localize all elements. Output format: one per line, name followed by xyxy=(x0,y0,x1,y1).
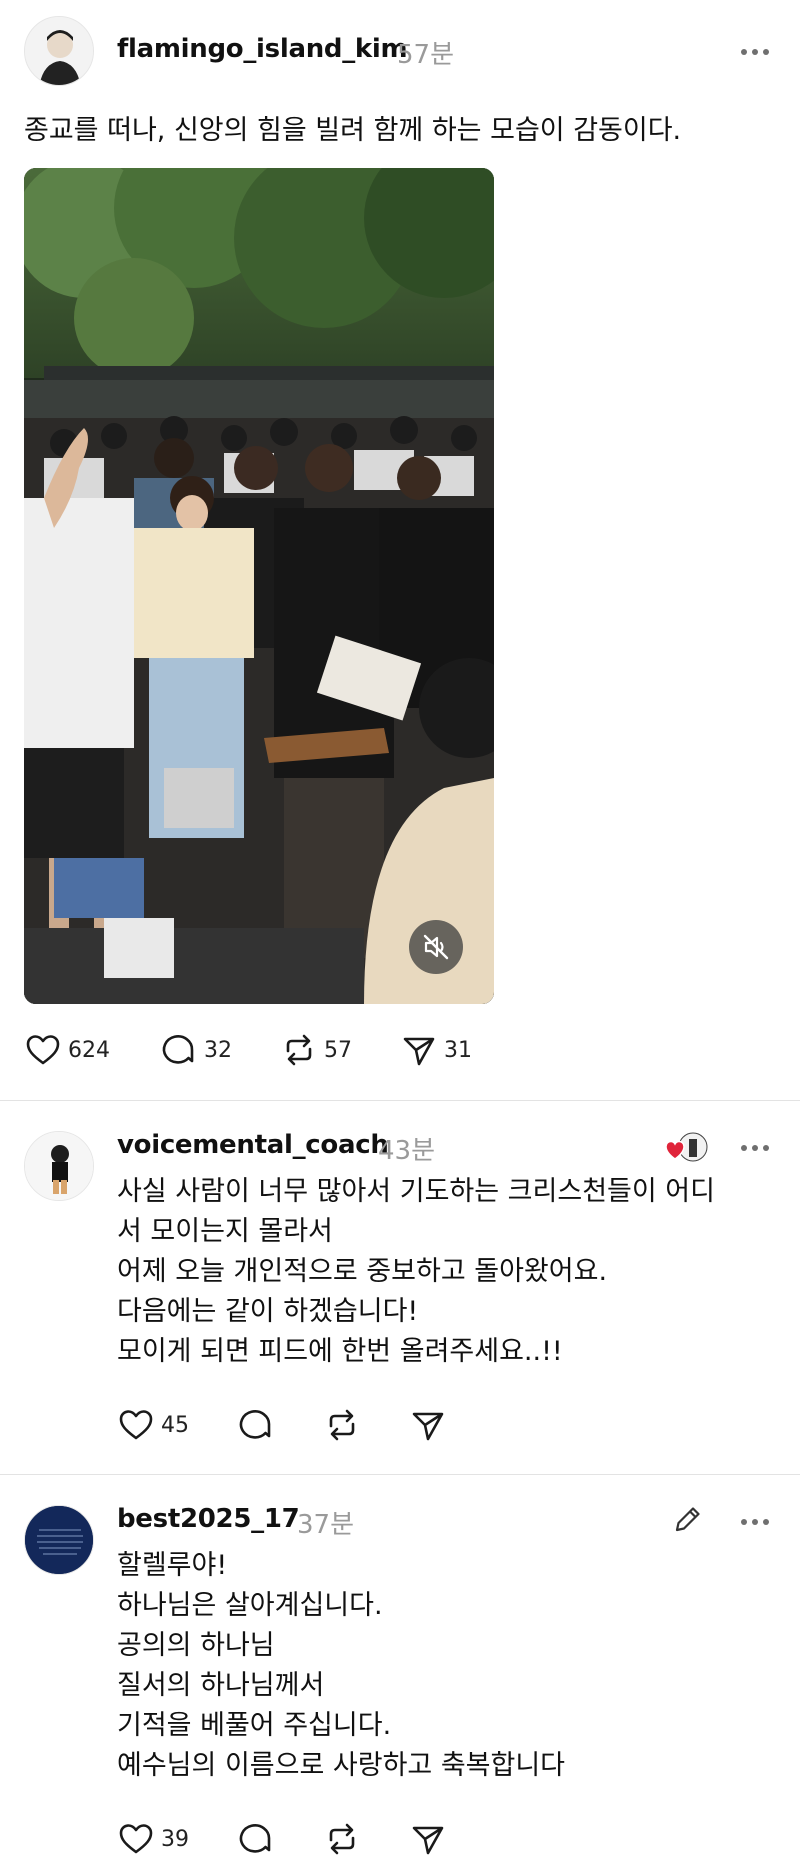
post-text-line: 예수님의 이름으로 사랑하고 축복합니다 xyxy=(117,1750,566,1781)
reply-button[interactable]: 32 xyxy=(160,1028,232,1072)
mute-button[interactable] xyxy=(409,920,463,974)
share-button[interactable] xyxy=(409,1403,447,1447)
post-text-line: 종교를 떠나, 신앙의 힘을 빌려 함께 하는 모습이 감동이다. xyxy=(24,115,682,146)
post-text-line: 질서의 하나님께서 xyxy=(117,1670,325,1701)
send-icon xyxy=(403,1037,435,1066)
heart-icon xyxy=(119,1824,153,1854)
video-player[interactable] xyxy=(24,168,494,1004)
repost-button[interactable] xyxy=(323,1403,361,1447)
post-text: 종교를 떠나, 신앙의 힘을 빌려 함께 하는 모습이 감동이다. xyxy=(24,111,681,151)
like-count: 45 xyxy=(161,1412,189,1438)
post-text-line: 서 모이는지 몰라서 xyxy=(117,1216,333,1247)
post-username[interactable]: flamingo_island_kim xyxy=(117,34,408,64)
post-text: 할렐루야! 하나님은 살아계십니다. 공의의 하나님 질서의 하나님께서 기적을… xyxy=(117,1546,565,1786)
post-text-line: 사실 사람이 너무 많아서 기도하는 크리스천들이 어디 xyxy=(117,1176,715,1207)
like-button[interactable]: 39 xyxy=(117,1817,189,1861)
post-text: 사실 사람이 너무 많아서 기도하는 크리스천들이 어디 서 모이는지 몰라서 … xyxy=(117,1172,715,1372)
more-dots-icon[interactable] xyxy=(735,1510,775,1534)
comment-icon xyxy=(239,1824,271,1853)
post-username[interactable]: best2025_17 xyxy=(117,1504,300,1534)
send-icon xyxy=(412,1826,444,1855)
like-count: 39 xyxy=(161,1826,189,1852)
avatar[interactable] xyxy=(24,16,94,86)
comment-icon xyxy=(162,1035,194,1064)
avatar-image xyxy=(25,17,93,85)
repost-icon xyxy=(329,1409,355,1441)
post-text-line: 다음에는 같이 하겠습니다! xyxy=(117,1296,419,1327)
like-count: 624 xyxy=(68,1037,110,1063)
post-text-line: 기적을 베풀어 주십니다. xyxy=(117,1710,392,1741)
post-actions: 39 xyxy=(117,1817,477,1861)
speaker-muted-icon xyxy=(423,934,449,960)
post-text-line: 하나님은 살아계십니다. xyxy=(117,1590,383,1621)
comment-icon xyxy=(239,1410,271,1439)
repost-count: 57 xyxy=(324,1037,352,1063)
post-time: 43분 xyxy=(378,1136,436,1166)
share-button[interactable]: 31 xyxy=(400,1028,472,1072)
more-dots-icon[interactable] xyxy=(735,40,775,64)
avatar[interactable] xyxy=(24,1505,94,1575)
pencil-icon[interactable] xyxy=(672,1503,704,1535)
avatar-image xyxy=(25,1132,93,1200)
post-actions: 624 32 57 31 xyxy=(24,1028,524,1072)
more-dots-icon[interactable] xyxy=(735,1136,775,1160)
reply-button[interactable] xyxy=(237,1817,275,1861)
divider xyxy=(0,1474,800,1475)
share-count: 31 xyxy=(444,1037,472,1063)
repost-button[interactable] xyxy=(323,1817,361,1861)
like-button[interactable]: 45 xyxy=(117,1403,189,1447)
post-text-line: 공의의 하나님 xyxy=(117,1630,275,1661)
avatar[interactable] xyxy=(24,1131,94,1201)
send-icon xyxy=(412,1412,444,1441)
repost-icon xyxy=(329,1823,355,1855)
post-text-line: 할렐루야! xyxy=(117,1550,228,1581)
video-frame xyxy=(24,168,494,1004)
post-text-line: 모이게 되면 피드에 한번 올려주세요..!! xyxy=(117,1336,563,1367)
avatar-image xyxy=(25,1506,93,1574)
post-username[interactable]: voicemental_coach xyxy=(117,1130,389,1160)
divider xyxy=(0,1100,800,1101)
repost-button[interactable]: 57 xyxy=(280,1028,352,1072)
repost-icon xyxy=(286,1034,312,1066)
post-text-line: 어제 오늘 개인적으로 중보하고 돌아왔어요. xyxy=(117,1256,608,1287)
post-time: 37분 xyxy=(297,1510,355,1540)
share-button[interactable] xyxy=(409,1817,447,1861)
reply-button[interactable] xyxy=(237,1403,275,1447)
post-actions: 45 xyxy=(117,1403,477,1447)
like-button[interactable]: 624 xyxy=(24,1028,110,1072)
heart-icon xyxy=(119,1410,153,1440)
heart-badge-icon xyxy=(665,1131,709,1165)
heart-icon xyxy=(26,1035,60,1065)
reply-count: 32 xyxy=(204,1037,232,1063)
post-time: 57분 xyxy=(397,40,455,70)
